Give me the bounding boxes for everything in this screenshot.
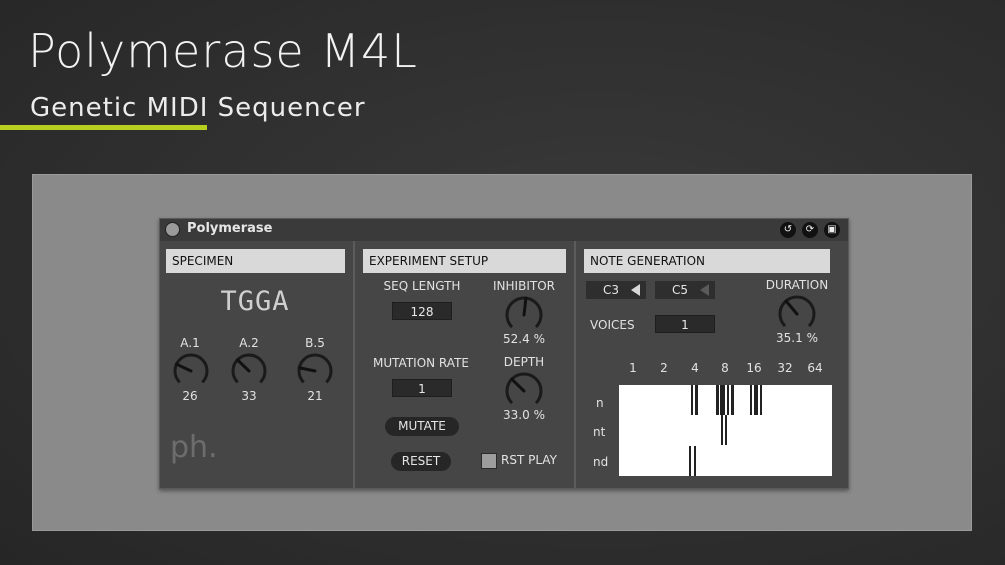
page-subtitle: Genetic MIDI Sequencer <box>30 93 366 123</box>
refresh-icon[interactable]: ⟳ <box>802 222 818 238</box>
rst-play-checkbox[interactable] <box>481 453 497 469</box>
note-generation-header: NOTE GENERATION <box>584 249 830 273</box>
inhibitor-value: 52.4 % <box>503 332 545 346</box>
grid-column-label: 8 <box>721 361 729 375</box>
grid-bar <box>695 385 698 415</box>
voices-label: VOICES <box>590 318 635 332</box>
depth-value: 33.0 % <box>503 408 545 422</box>
grid-bar <box>731 385 734 415</box>
low-note-value: C3 <box>603 283 620 297</box>
grid-bar <box>694 446 696 476</box>
duration-label: DURATION <box>765 278 829 292</box>
grid-bar <box>689 446 691 476</box>
ph-logo: ph. <box>170 430 218 465</box>
high-note-value: C5 <box>672 283 689 297</box>
power-toggle[interactable] <box>165 222 180 237</box>
device-titlebar: Polymerase ↺ ⟳ ▣ <box>160 219 848 241</box>
rst-play-label: RST PLAY <box>501 453 557 467</box>
knob-value-a1: 26 <box>182 389 198 403</box>
grid-column-label: 2 <box>660 361 668 375</box>
knob-label-b5: B.5 <box>305 336 325 350</box>
device-panel: Polymerase ↺ ⟳ ▣ SPECIMEN TGGA A.1 26 A.… <box>159 218 849 489</box>
reset-button[interactable]: RESET <box>391 452 451 471</box>
page-title: Polymerase M4L <box>28 24 418 78</box>
depth-knob[interactable] <box>504 371 544 411</box>
grid-column-label: 16 <box>746 361 762 375</box>
knob-label-a1: A.1 <box>180 336 200 350</box>
accent-underline <box>0 125 207 130</box>
knob-a2[interactable] <box>230 352 268 390</box>
grid-bar <box>727 385 729 415</box>
grid-column-label: 4 <box>691 361 699 375</box>
grid-bar <box>725 415 727 445</box>
device-name: Polymerase <box>187 221 273 236</box>
section-divider <box>574 241 576 489</box>
grid-row-label: nd <box>593 455 609 469</box>
loop-icon[interactable]: ↺ <box>780 222 796 238</box>
grid-column-label: 64 <box>807 361 823 375</box>
grid-bar <box>754 385 758 415</box>
grid-column-label: 1 <box>629 361 637 375</box>
specimen-header: SPECIMEN <box>166 249 345 273</box>
save-icon[interactable]: ▣ <box>824 222 840 238</box>
grid-bar <box>720 385 725 415</box>
high-note-menu[interactable]: C5 <box>655 281 715 299</box>
knob-value-b5: 21 <box>307 389 323 403</box>
depth-label: DEPTH <box>503 355 545 369</box>
duration-value: 35.1 % <box>776 331 818 345</box>
grid-bar <box>750 385 752 415</box>
voices-field[interactable]: 1 <box>655 315 715 333</box>
grid-row-label: n <box>596 396 604 410</box>
rhythm-grid[interactable] <box>619 385 832 476</box>
duration-knob[interactable] <box>777 294 817 334</box>
grid-bar <box>691 385 693 415</box>
grid-bar <box>721 415 723 445</box>
grid-column-label: 32 <box>777 361 793 375</box>
mutation-rate-label: MUTATION RATE <box>373 356 469 370</box>
triangle-left-icon <box>700 284 709 296</box>
seq-length-label: SEQ LENGTH <box>383 279 461 293</box>
mutate-button[interactable]: MUTATE <box>385 417 459 436</box>
triangle-left-icon <box>631 284 640 296</box>
knob-label-a2: A.2 <box>239 336 259 350</box>
knob-a1[interactable] <box>172 352 210 390</box>
grid-bar <box>716 385 719 415</box>
specimen-sequence: TGGA <box>220 286 290 317</box>
knob-b5[interactable] <box>296 352 334 390</box>
knob-value-a2: 33 <box>241 389 257 403</box>
experiment-header: EXPERIMENT SETUP <box>363 249 566 273</box>
seq-length-field[interactable]: 128 <box>392 302 452 320</box>
section-divider <box>353 241 355 489</box>
low-note-menu[interactable]: C3 <box>586 281 646 299</box>
inhibitor-label: INHIBITOR <box>493 279 555 293</box>
grid-row-label: nt <box>593 425 606 439</box>
grid-bar <box>760 385 762 415</box>
mutation-rate-field[interactable]: 1 <box>392 379 452 397</box>
inhibitor-knob[interactable] <box>504 295 544 335</box>
